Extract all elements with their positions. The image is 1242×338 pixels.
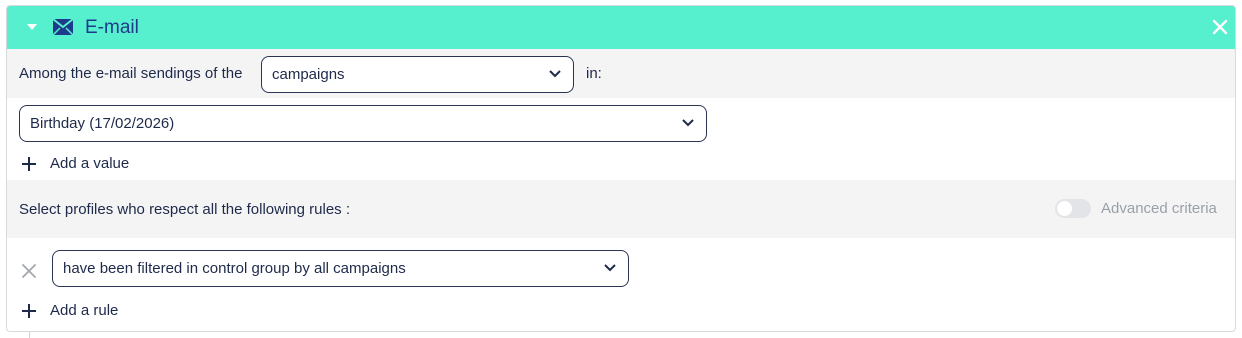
rule-select[interactable]: have been filtered in control group by a… <box>52 250 629 287</box>
toggle-knob <box>1057 201 1072 216</box>
sending-label: Among the e-mail sendings of the <box>19 65 243 82</box>
add-rule-button[interactable]: Add a rule <box>22 302 118 319</box>
plus-icon <box>22 156 36 171</box>
rules-header-row: Select profiles who respect all the foll… <box>7 180 1235 238</box>
rule-value: have been filtered in control group by a… <box>63 260 406 277</box>
in-label: in: <box>586 65 602 82</box>
add-value-label: Add a value <box>50 155 130 172</box>
plus-icon <box>22 303 36 318</box>
campaign-value: Birthday (17/02/2026) <box>30 115 175 132</box>
remove-rule-icon[interactable] <box>22 264 36 278</box>
advanced-criteria-toggle[interactable] <box>1055 199 1091 218</box>
chevron-down-icon <box>682 119 694 127</box>
chevron-down-icon <box>604 264 616 272</box>
sending-type-value: campaigns <box>272 66 345 83</box>
rules-label: Select profiles who respect all the foll… <box>19 201 350 218</box>
divider-tick <box>29 332 30 338</box>
panel-title: E-mail <box>85 17 139 38</box>
collapse-caret-icon[interactable] <box>27 24 37 30</box>
add-rule-label: Add a rule <box>50 302 119 319</box>
close-icon[interactable] <box>1211 18 1229 36</box>
campaign-value-select[interactable]: Birthday (17/02/2026) <box>19 105 707 142</box>
email-filter-panel: E-mail Among the e-mail sendings of the … <box>6 5 1236 332</box>
chevron-down-icon <box>549 70 561 78</box>
advanced-criteria-label: Advanced criteria <box>1101 200 1217 217</box>
sending-type-select[interactable]: campaigns <box>261 56 574 93</box>
panel-header: E-mail <box>7 6 1235 49</box>
add-value-button[interactable]: Add a value <box>22 155 129 172</box>
mail-icon <box>52 18 74 36</box>
sending-type-row: Among the e-mail sendings of the campaig… <box>7 49 1235 98</box>
